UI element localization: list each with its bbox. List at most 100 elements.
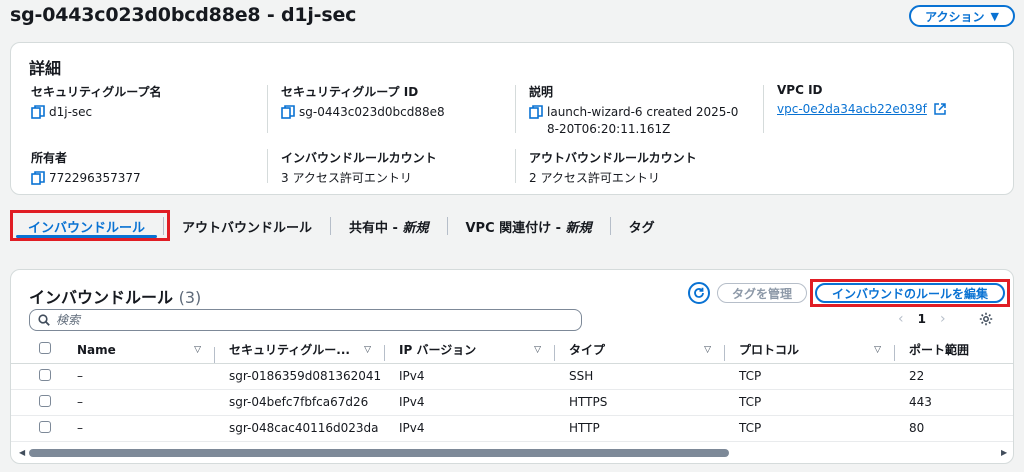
cell-ip-version: IPv4 (385, 415, 555, 442)
cell-ip-version: IPv4 (385, 363, 555, 390)
search-box (29, 309, 582, 331)
field-value: 772296357377 (49, 171, 141, 185)
field-label: 説明 (529, 85, 554, 99)
field-inbound-count: インバウンドルールカウント 3 アクセス許可エントリ (281, 149, 521, 187)
external-link-icon (934, 103, 946, 115)
prev-page-icon[interactable]: ‹ (898, 311, 904, 327)
scroll-left-icon[interactable]: ◀ (19, 448, 25, 457)
tab-label: VPC 関連付け - (465, 220, 566, 236)
next-page-icon[interactable]: › (940, 311, 946, 327)
tab-new-badge: 新規 (402, 220, 429, 236)
cell-protocol: TCP (725, 363, 895, 390)
settings-gear-icon[interactable] (979, 312, 993, 326)
field-outbound-count: アウトバウンドルールカウント 2 アクセス許可エントリ (529, 149, 769, 187)
divider (267, 149, 268, 183)
table-row[interactable]: – sgr-048cac40116d023da IPv4 HTTP TCP 80 (11, 415, 1013, 442)
select-all-checkbox[interactable] (39, 342, 51, 355)
copy-icon[interactable] (529, 105, 543, 119)
scroll-right-icon[interactable]: ▶ (1001, 448, 1007, 457)
field-description: 説明 launch-wizard-6 created 2025-08-20T06… (529, 83, 754, 138)
cell-port-range: 80 (895, 415, 1013, 442)
col-type[interactable]: タイプ ▽ (555, 337, 725, 364)
col-name[interactable]: Name ▽ (63, 337, 215, 364)
refresh-button[interactable] (688, 282, 710, 304)
field-label: VPC ID (777, 83, 823, 97)
cell-rule-id: sgr-0186359d081362041 (215, 363, 385, 390)
field-value: 2 アクセス許可エントリ (529, 171, 660, 185)
actions-button[interactable]: アクション ▼ (909, 5, 1015, 27)
caret-down-icon: ▼ (990, 9, 999, 23)
field-label: セキュリティグループ名 (31, 85, 162, 99)
field-label: インバウンドルールカウント (281, 151, 437, 165)
tab-inbound-rules[interactable]: インバウンドルール (10, 210, 163, 242)
copy-icon[interactable] (281, 105, 295, 119)
col-ip-version[interactable]: IP バージョン ▽ (385, 337, 555, 364)
manage-tags-button[interactable]: タグを管理 (717, 283, 807, 303)
tab-bar: インバウンドルール アウトバウンドルール 共有中 - 新規 VPC 関連付け -… (10, 210, 673, 242)
cell-rule-id: sgr-04befc7fbfca67d26 (215, 389, 385, 416)
row-checkbox[interactable] (39, 394, 51, 407)
column-label: IP バージョン (399, 343, 477, 358)
tab-new-badge: 新規 (565, 220, 592, 236)
table-row[interactable]: – sgr-0186359d081362041 IPv4 SSH TCP 22 (11, 363, 1013, 390)
cell-type: HTTPS (555, 389, 725, 416)
field-sg-id: セキュリティグループ ID sg-0443c023d0bcd88e8 (281, 83, 521, 121)
col-rule-id[interactable]: セキュリティグルー... ▽ (215, 337, 385, 364)
row-select-cell (11, 363, 63, 390)
copy-icon[interactable] (31, 105, 45, 119)
row-checkbox[interactable] (39, 368, 51, 381)
field-value-row: launch-wizard-6 created 2025-08-20T06:20… (529, 104, 754, 138)
tab-label: タグ (628, 220, 655, 236)
field-label: 所有者 (31, 151, 68, 165)
row-checkbox[interactable] (39, 420, 51, 433)
cell-port-range: 443 (895, 389, 1013, 416)
col-port-range[interactable]: ポート範囲 (895, 337, 1013, 364)
field-label: セキュリティグループ ID (281, 85, 419, 99)
page-number[interactable]: 1 (918, 312, 926, 326)
field-sg-name: セキュリティグループ名 d1j-sec (31, 83, 271, 121)
tab-outbound-rules[interactable]: アウトバウンドルール (164, 210, 330, 242)
table-header-row: Name ▽ セキュリティグルー... ▽ IP バージョン ▽ タイプ ▽ プロトコル… (11, 337, 1013, 364)
sort-icon: ▽ (874, 344, 881, 355)
field-value: sg-0443c023d0bcd88e8 (299, 105, 445, 119)
cell-ip-version: IPv4 (385, 389, 555, 416)
row-select-cell (11, 389, 63, 416)
col-protocol[interactable]: プロトコル ▽ (725, 337, 895, 364)
tab-label: 共有中 - (349, 220, 403, 236)
cell-name: – (63, 389, 215, 416)
field-value-row: sg-0443c023d0bcd88e8 (281, 104, 521, 121)
actions-label: アクション (925, 9, 985, 24)
cell-type: HTTP (555, 415, 725, 442)
details-title: 詳細 (29, 59, 62, 78)
search-input[interactable] (56, 313, 556, 327)
edit-inbound-rules-button[interactable]: インバウンドのルールを編集 (815, 283, 1005, 303)
field-value: 3 アクセス許可エントリ (281, 171, 412, 185)
cell-port-range: 22 (895, 363, 1013, 390)
page-title: sg-0443c023d0bcd88e8 - d1j-sec (10, 4, 357, 26)
cell-rule-id: sgr-048cac40116d023da (215, 415, 385, 442)
pagination: ‹ 1 › (898, 311, 946, 327)
sort-icon: ▽ (704, 344, 711, 355)
vpc-id-link[interactable]: vpc-0e2da34acb22e039f (777, 101, 1017, 118)
rules-title: インバウンドルール (3) (29, 284, 201, 308)
copy-icon[interactable] (31, 171, 45, 185)
sort-icon: ▽ (194, 344, 201, 355)
tab-tags[interactable]: タグ (611, 210, 673, 242)
cell-type: SSH (555, 363, 725, 390)
field-value-row: d1j-sec (31, 104, 271, 121)
column-label: プロトコル (739, 343, 800, 358)
column-label: ポート範囲 (909, 343, 970, 358)
column-label: セキュリティグルー... (229, 343, 350, 358)
rules-count: (3) (178, 288, 202, 307)
divider (515, 85, 516, 133)
table-row[interactable]: – sgr-04befc7fbfca67d26 IPv4 HTTPS TCP 4… (11, 389, 1013, 416)
tab-vpc-associations[interactable]: VPC 関連付け - 新規 (448, 210, 610, 242)
field-value: d1j-sec (49, 105, 93, 119)
search-icon (38, 314, 50, 326)
field-value: launch-wizard-6 created 2025-08-20T06:20… (547, 105, 739, 136)
tab-sharing[interactable]: 共有中 - 新規 (331, 210, 446, 242)
horizontal-scrollbar[interactable] (29, 449, 729, 457)
tab-label: アウトバウンドルール (182, 220, 313, 236)
field-owner: 所有者 772296357377 (31, 149, 271, 187)
sort-icon: ▽ (534, 344, 541, 355)
